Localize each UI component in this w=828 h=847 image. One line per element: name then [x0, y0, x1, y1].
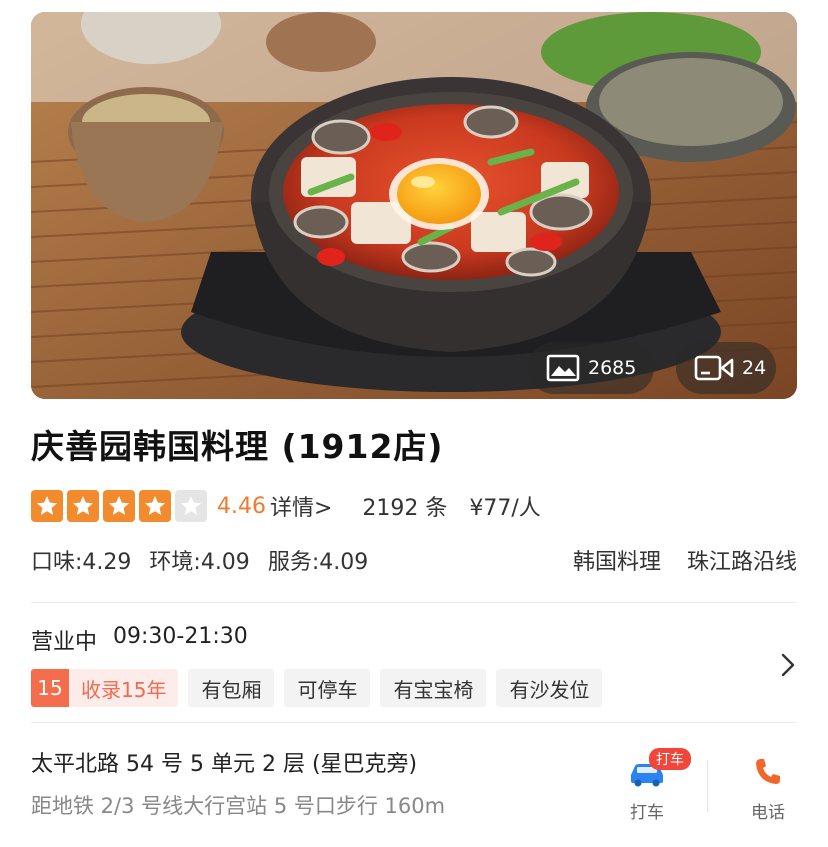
- rating-details-link[interactable]: 详情>: [270, 490, 332, 522]
- review-count[interactable]: 2192 条: [362, 490, 447, 522]
- feature-tags: 15 收录15年 有包厢 可停车 有宝宝椅 有沙发位: [31, 669, 603, 707]
- taxi-promo-badge: 打车: [649, 748, 691, 770]
- environment-score: 环境:4.09: [149, 550, 250, 575]
- feature-tag: 有沙发位: [496, 669, 603, 707]
- feature-tag: 有包厢: [188, 669, 275, 707]
- rating-score: 4.46: [217, 493, 266, 519]
- address[interactable]: 太平北路 54 号 5 单元 2 层 (星巴克旁): [31, 746, 417, 778]
- phone-label: 电话: [751, 803, 785, 823]
- star-icon: [31, 490, 63, 522]
- taste-score: 口味:4.29: [31, 550, 132, 575]
- phone-button[interactable]: 电话: [733, 752, 803, 823]
- business-hours[interactable]: 营业中 09:30-21:30: [31, 624, 248, 656]
- record-years-label: 收录15年: [69, 669, 179, 707]
- record-badge: 15 收录15年: [31, 669, 179, 707]
- divider: [31, 722, 797, 723]
- service-score: 服务:4.09: [267, 550, 369, 575]
- food-photo: [31, 12, 797, 399]
- photo-count: 2685: [588, 357, 637, 379]
- photo-count-badge[interactable]: 2685: [528, 342, 654, 394]
- star-rating: [31, 490, 207, 522]
- image-icon: [546, 354, 580, 382]
- video-icon: [694, 355, 734, 381]
- sub-scores: 口味:4.29 环境:4.09 服务:4.09: [31, 544, 368, 576]
- category-area: 韩国料理 珠江路沿线: [573, 544, 797, 576]
- metro-distance: 距地铁 2/3 号线大行宫站 5 号口步行 160m: [31, 794, 446, 818]
- star-icon: [103, 490, 135, 522]
- star-empty-icon: [175, 490, 207, 522]
- taxi-label: 打车: [630, 803, 664, 823]
- divider: [707, 760, 708, 812]
- video-count-badge[interactable]: 24: [676, 342, 776, 394]
- hero-image[interactable]: 2685 24: [31, 12, 797, 399]
- business-area[interactable]: 珠江路沿线: [687, 544, 797, 576]
- taxi-button[interactable]: 打车 打车: [612, 748, 691, 823]
- cuisine-category[interactable]: 韩国料理: [573, 544, 661, 576]
- rating-row: 4.46 详情> 2192 条 ¥77/人: [31, 488, 541, 524]
- open-time: 09:30-21:30: [113, 624, 248, 649]
- restaurant-title: 庆善园韩国料理 (1912店): [31, 427, 444, 466]
- record-years-number: 15: [31, 669, 69, 707]
- chevron-right-icon[interactable]: [778, 652, 798, 678]
- star-icon: [139, 490, 171, 522]
- price-per-person: ¥77/人: [469, 496, 541, 521]
- star-icon: [67, 490, 99, 522]
- video-count: 24: [742, 357, 767, 379]
- divider: [31, 602, 797, 603]
- open-status: 营业中: [31, 630, 98, 655]
- feature-tag: 有宝宝椅: [380, 669, 487, 707]
- phone-icon: [756, 759, 780, 784]
- feature-tag: 可停车: [284, 669, 371, 707]
